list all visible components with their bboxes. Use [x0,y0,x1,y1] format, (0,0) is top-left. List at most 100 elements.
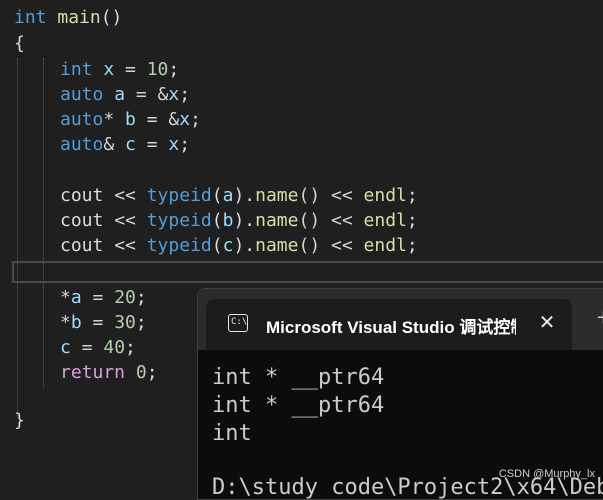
code-line: cout << typeid(b).name() << endl; [60,208,418,233]
console-output-line: int * __ptr64 [212,393,385,418]
code-token: ). [233,185,256,206]
code-token: = [135,134,169,155]
console-titlebar: C:\ Microsoft Visual Studio 调试控制台 ✕ + [198,289,603,350]
code-line: cout << typeid(c).name() << endl; [60,233,418,258]
code-token: x [103,59,115,80]
code-token: ( [211,185,223,206]
code-token: () << [298,235,364,256]
code-line: *a = 20; [60,285,147,310]
code-token: ; [406,210,418,231]
code-line: auto& c = x; [60,132,190,157]
code-token: ; [125,337,136,358]
code-line: auto a = &x; [60,82,190,107]
code-token: return [60,362,126,383]
code-token: 0 [135,362,147,383]
code-line: } [14,408,25,433]
code-token: endl [363,235,407,256]
watermark: CSDN @Murphy_lx [498,468,595,480]
code-token: name [255,210,299,231]
code-token: ; [406,185,418,206]
code-token: ). [233,235,256,256]
code-token: c [125,134,136,155]
code-token: = & [135,109,180,130]
console-output-line: int [212,421,252,446]
code-token: name [255,235,299,256]
code-token: ; [406,235,418,256]
code-token: = [81,287,115,308]
terminal-icon: C:\ [228,314,248,332]
code-token: << [103,210,147,231]
console-tab[interactable]: C:\ Microsoft Visual Studio 调试控制台 ✕ [206,299,572,350]
code-token: a [70,287,82,308]
code-token: ; [135,287,147,308]
code-token: { [14,33,25,54]
code-token: a [222,185,234,206]
code-line: *b = 30; [60,310,147,335]
current-line-highlight [12,261,603,283]
code-token: b [125,109,136,130]
code-token: ( [211,210,223,231]
code-token: endl [363,210,407,231]
code-token: () [100,7,123,28]
code-token: ; [190,109,201,130]
code-token: x [168,134,180,155]
code-line: c = 40; [60,335,136,360]
code-token: } [14,410,25,431]
console-output-line: int * __ptr64 [212,365,385,390]
code-token: << [103,185,147,206]
code-line: cout << typeid(a).name() << endl; [60,183,418,208]
code-token: typeid [146,210,212,231]
code-token: cout [60,210,104,231]
code-token: * [103,109,126,130]
code-token: auto [60,109,104,130]
code-token: 10 [146,59,169,80]
indent-guide-inner [43,58,44,388]
code-line: { [14,31,25,56]
code-token: 20 [114,287,136,308]
code-token: ; [179,84,191,105]
code-token: cout [60,235,104,256]
code-token: cout [60,185,104,206]
code-token: ( [211,235,223,256]
console-title: Microsoft Visual Studio 调试控制台 [266,318,516,337]
close-icon[interactable]: ✕ [534,309,560,335]
code-token: b [222,210,234,231]
code-token: x [168,84,180,105]
plus-icon[interactable]: + [596,307,603,328]
code-token: () << [298,210,364,231]
code-token: endl [363,185,407,206]
code-token: typeid [146,185,212,206]
code-token: auto [60,84,104,105]
code-token: typeid [146,235,212,256]
code-token: = & [125,84,169,105]
code-token: int [60,59,93,80]
code-token: ; [146,362,158,383]
code-token: = [81,312,115,333]
code-token: & [103,134,126,155]
code-token: auto [60,134,104,155]
code-line: auto* b = &x; [60,107,201,132]
code-token: = [114,59,147,80]
code-token: ). [233,210,256,231]
code-token: c [222,235,234,256]
indent-guide-outer [17,58,18,418]
code-token: x [179,109,191,130]
code-token: a [114,84,126,105]
code-token: ; [135,312,147,333]
code-line: int x = 10; [60,57,179,82]
code-token: 40 [103,337,126,358]
code-token: * [60,312,71,333]
code-line: int main() [14,5,122,30]
code-line: return 0; [60,360,158,385]
code-token: int [14,7,47,28]
code-token: = [70,337,104,358]
code-token: name [255,185,299,206]
code-token: * [60,287,71,308]
code-token: c [60,337,71,358]
code-token: b [70,312,82,333]
code-token: ; [179,134,191,155]
